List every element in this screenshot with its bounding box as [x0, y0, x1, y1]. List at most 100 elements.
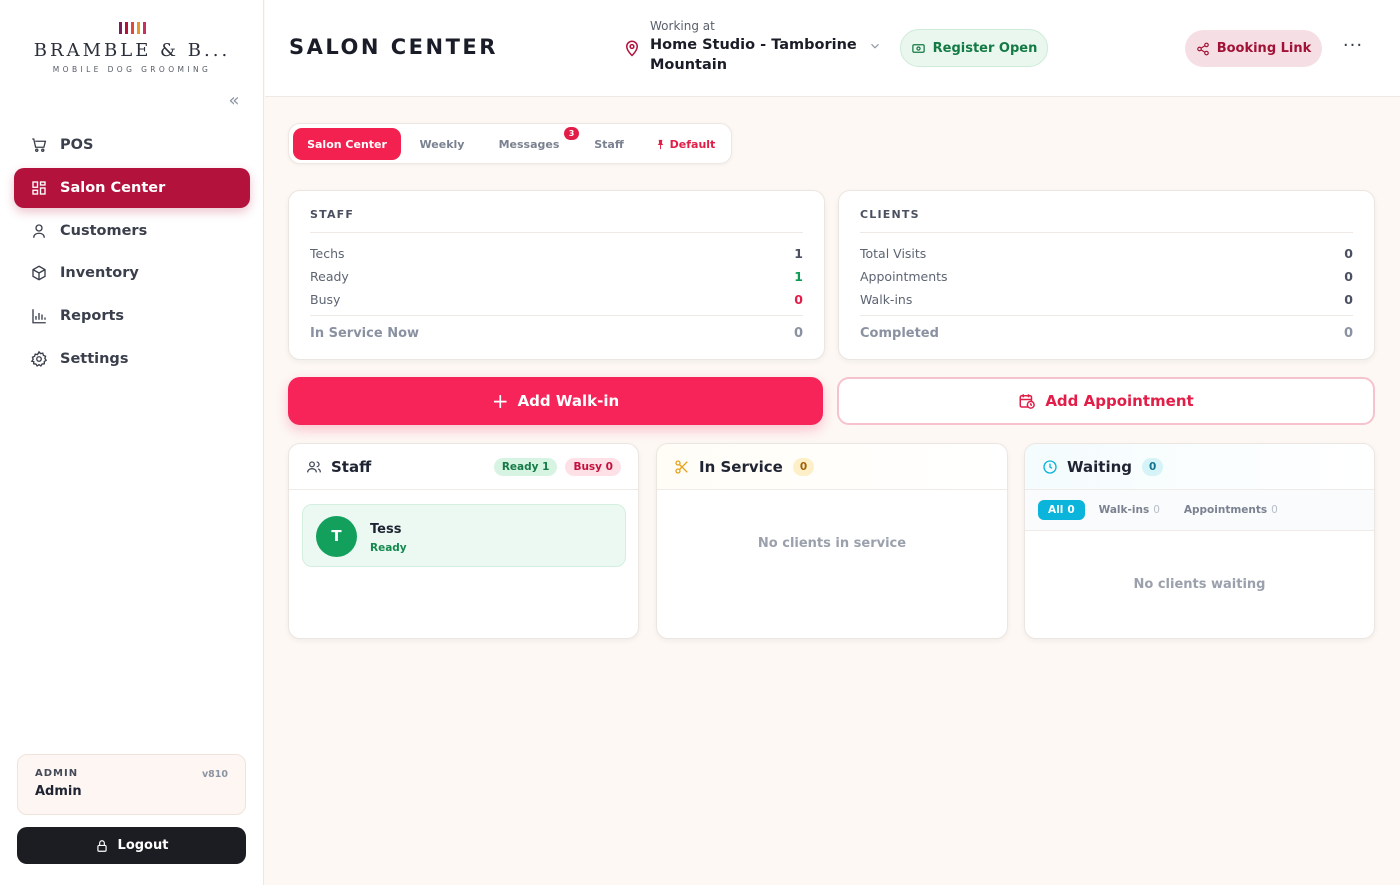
add-appointment-label: Add Appointment [1045, 392, 1194, 410]
tab-label: Default [669, 137, 716, 151]
stat-value: 0 [1343, 326, 1353, 341]
sidebar-item-pos[interactable]: POS [14, 125, 250, 165]
stat-label: Completed [860, 326, 939, 341]
lock-icon [96, 839, 107, 852]
staff-name: Tess [370, 522, 402, 537]
staff-member-card[interactable]: T Tess Ready [302, 504, 626, 567]
add-appointment-button[interactable]: Add Appointment [837, 377, 1375, 425]
stat-label: Busy [310, 292, 341, 307]
tab-weekly[interactable]: Weekly [407, 128, 477, 160]
tab-staff[interactable]: Staff [583, 128, 635, 160]
more-menu-icon[interactable]: ··· [1340, 36, 1366, 60]
plus-icon: + [491, 389, 509, 413]
staff-status: Ready [370, 542, 407, 554]
stat-label: Ready [310, 269, 349, 284]
logo-bars [0, 22, 264, 34]
stat-row: Total Visits 0 [860, 242, 1353, 265]
busy-count-badge: Busy 0 [565, 457, 621, 476]
view-tabs: Salon Center Weekly Messages 3 Staff Def… [288, 123, 732, 164]
users-icon [307, 460, 321, 472]
sidebar-item-inventory[interactable]: Inventory [14, 253, 250, 293]
tab-default[interactable]: Default [647, 128, 723, 160]
stat-value: 1 [794, 246, 803, 261]
sidebar-item-label: POS [60, 137, 94, 153]
panel-header: Staff Ready 1 Busy 0 [289, 444, 638, 490]
sidebar-nav: POS Salon Center Customers Inventory Rep… [14, 125, 250, 382]
filter-label: All [1048, 504, 1064, 516]
brand-logo[interactable]: BRAMBLE & B... MOBILE DOG GROOMING [0, 22, 264, 74]
stat-label: Total Visits [860, 246, 927, 261]
stat-row: Appointments 0 [860, 265, 1353, 288]
stat-row: Walk-ins 0 [860, 288, 1353, 311]
bar-chart-icon [32, 309, 46, 324]
stat-row: Ready 1 [310, 265, 803, 288]
empty-state: No clients waiting [1133, 577, 1266, 592]
register-label: Register Open [932, 40, 1038, 56]
sidebar-item-salon-center[interactable]: Salon Center [14, 167, 250, 208]
waiting-count-badge: 0 [1142, 457, 1164, 476]
stat-value: 0 [1344, 269, 1353, 284]
panel-title: Staff [331, 457, 372, 476]
collapse-sidebar-icon[interactable]: « [224, 90, 244, 112]
waiting-panel: Waiting 0 All 0 Walk-ins 0 Appointments 0 N… [1024, 443, 1375, 639]
add-walkin-button[interactable]: + Add Walk-in [288, 377, 823, 425]
scissors-icon [675, 459, 688, 474]
filter-label: Walk-ins [1098, 504, 1150, 516]
sidebar-item-settings[interactable]: Settings [14, 339, 250, 379]
clock-icon [1043, 459, 1057, 474]
filter-tab-appointments[interactable]: Appointments 0 [1174, 500, 1288, 520]
filter-label: Appointments [1183, 504, 1268, 516]
in-service-panel: In Service 0 No clients in service [656, 443, 1008, 639]
stat-label: Techs [310, 246, 345, 261]
filter-count: 0 [1271, 504, 1278, 516]
panel-header: In Service 0 [657, 444, 1007, 490]
page-title: SALON CENTER [289, 35, 498, 59]
waiting-filter-tabs: All 0 Walk-ins 0 Appointments 0 [1025, 490, 1374, 531]
tab-label: Staff [594, 137, 624, 151]
avatar: T [316, 516, 357, 557]
sidebar-item-label: Customers [60, 222, 148, 239]
stat-row: Techs 1 [310, 242, 803, 265]
booking-link-button[interactable]: Booking Link [1185, 30, 1322, 67]
brand-tagline: MOBILE DOG GROOMING [52, 65, 212, 74]
register-status-button[interactable]: Register Open [900, 29, 1048, 67]
messages-count-badge: 3 [564, 127, 579, 140]
sidebar-item-reports[interactable]: Reports [14, 296, 250, 336]
stat-value: 0 [794, 292, 803, 307]
stat-footer: Completed 0 [860, 326, 1353, 341]
user-role: ADMIN [35, 768, 79, 779]
tab-label: Weekly [419, 137, 465, 151]
in-service-count-badge: 0 [792, 457, 815, 476]
filter-tab-all[interactable]: All 0 [1038, 500, 1085, 520]
brand-name: BRAMBLE & B... [33, 40, 231, 61]
share-icon [1196, 42, 1209, 55]
filter-count: 0 [1067, 504, 1075, 516]
chevron-down-icon [871, 43, 879, 49]
stat-label: Appointments [860, 269, 948, 284]
tab-label: Messages [498, 137, 560, 151]
stat-value: 0 [1344, 292, 1353, 307]
location-label: Working at [650, 19, 715, 33]
logout-label: Logout [117, 838, 169, 853]
filter-tab-walkins[interactable]: Walk-ins 0 [1089, 500, 1170, 520]
add-walkin-label: Add Walk-in [517, 392, 620, 410]
cart-icon [32, 138, 47, 152]
pin-icon [657, 139, 663, 149]
sidebar-item-customers[interactable]: Customers [14, 211, 250, 251]
ready-count-badge: Ready 1 [493, 457, 558, 476]
gear-icon [30, 350, 48, 367]
stat-label: In Service Now [310, 326, 420, 341]
stat-value: 1 [794, 269, 803, 284]
app-version: v810 [201, 769, 228, 780]
logout-button[interactable]: Logout [17, 827, 246, 864]
user-name: Admin [35, 784, 82, 799]
stat-value: 0 [793, 326, 803, 341]
stat-label: Walk-ins [860, 292, 913, 307]
tab-salon-center[interactable]: Salon Center [293, 128, 401, 160]
card-title: CLIENTS [860, 208, 1353, 233]
tab-messages[interactable]: Messages 3 [489, 127, 579, 160]
grid-icon [32, 181, 46, 195]
user-icon [33, 223, 45, 238]
user-card: ADMIN v810 Admin [17, 754, 246, 815]
panel-title: In Service [699, 457, 783, 476]
